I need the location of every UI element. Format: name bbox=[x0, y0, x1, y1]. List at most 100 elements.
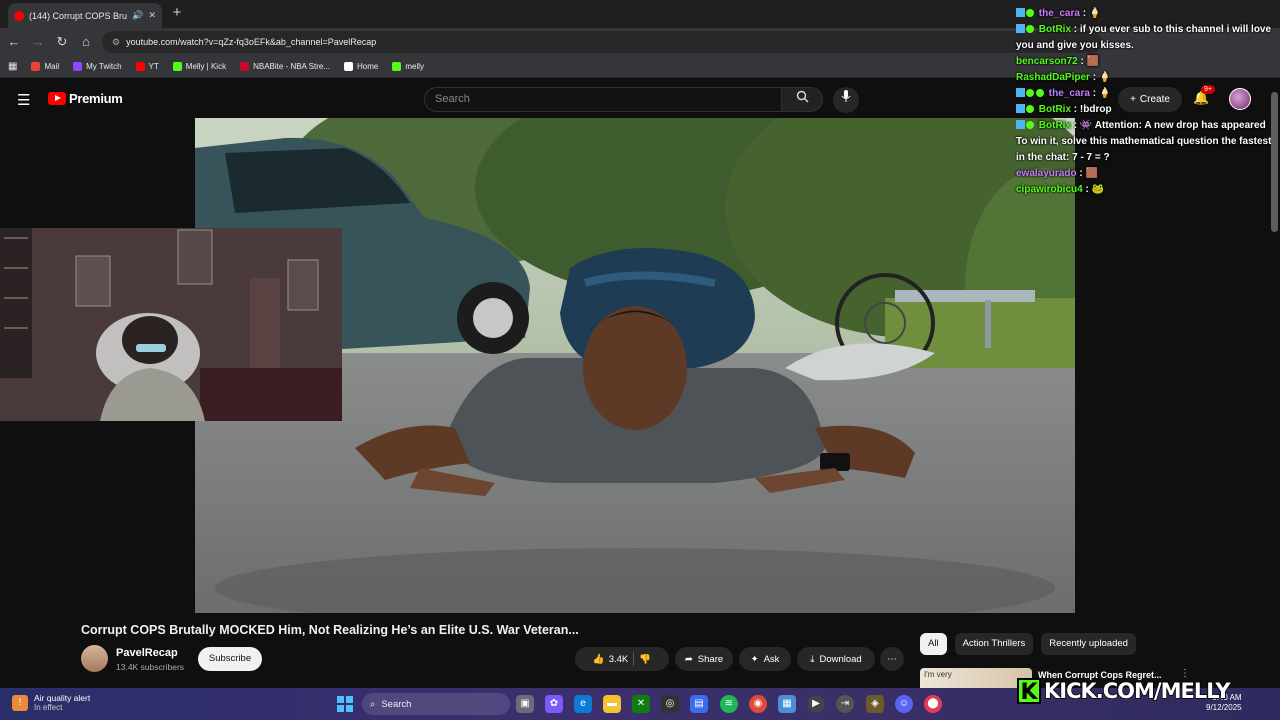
chat-username: BotRix bbox=[1038, 104, 1072, 115]
site-info-icon[interactable]: ⚙ bbox=[112, 37, 120, 48]
bookmark-label: Mail bbox=[44, 62, 60, 71]
chat-message: the_cara : 🍦 bbox=[1016, 86, 1278, 102]
bookmark-yt[interactable]: YT bbox=[135, 62, 159, 71]
app-icon[interactable]: ◈ bbox=[866, 695, 884, 713]
bookmark-label: My Twitch bbox=[86, 62, 122, 71]
logo-text: Premium bbox=[69, 91, 123, 106]
more-icon: ⋯ bbox=[887, 653, 897, 665]
filter-chip-all[interactable]: All bbox=[920, 633, 947, 655]
chat-username: RashadDaPiper bbox=[1016, 72, 1090, 83]
chat-badge-icon bbox=[1026, 89, 1034, 97]
channel-avatar[interactable] bbox=[81, 645, 108, 672]
chat-badge-icon bbox=[1016, 120, 1025, 129]
weather-subtitle: In effect bbox=[34, 703, 63, 712]
download-button[interactable]: ⤓ Download bbox=[797, 647, 875, 671]
filter-chip-action-thrillers[interactable]: Action Thrillers bbox=[954, 633, 1034, 655]
ask-button[interactable]: ✦ Ask bbox=[739, 647, 791, 671]
youtube-favicon-icon bbox=[14, 10, 24, 21]
task-view-icon[interactable]: ▣ bbox=[516, 695, 534, 713]
bookmark-home[interactable]: Home bbox=[344, 62, 378, 71]
like-count: 3.4K bbox=[608, 653, 629, 665]
ask-label: Ask bbox=[763, 653, 780, 665]
back-button[interactable]: ← bbox=[6, 34, 22, 50]
search-input[interactable]: Search bbox=[424, 87, 782, 112]
chat-username: the_cara bbox=[1048, 88, 1090, 99]
menu-icon[interactable]: ☰ bbox=[17, 91, 30, 109]
recommendation-filters: All Action Thrillers Recently uploaded bbox=[920, 633, 1136, 655]
chat-message: bencarson72 : 🟫 bbox=[1016, 56, 1100, 67]
emote-icon: 👾 bbox=[1079, 120, 1093, 131]
chat-username: BotRix bbox=[1038, 120, 1072, 131]
dislike-button[interactable]: 👎 bbox=[639, 654, 651, 665]
microphone-icon bbox=[841, 90, 851, 102]
emote-icon: 🟫 bbox=[1086, 56, 1100, 67]
chat-message: RashadDaPiper : 🍦 bbox=[1016, 72, 1112, 83]
app-icon[interactable]: ⬤ bbox=[924, 695, 942, 713]
bookmark-melly[interactable]: melly bbox=[392, 62, 424, 71]
share-button[interactable]: ➦ Share bbox=[675, 647, 733, 671]
xbox-icon[interactable]: ✕ bbox=[632, 695, 650, 713]
app-icon[interactable]: ⇥ bbox=[836, 695, 854, 713]
bookmark-icon bbox=[392, 62, 402, 71]
chat-message: the_cara : 🍦 bbox=[1016, 6, 1278, 22]
bookmark-melly-kick[interactable]: Melly | Kick bbox=[172, 62, 226, 71]
channel-name[interactable]: PavelRecap bbox=[116, 647, 178, 659]
weather-title: Air quality alert bbox=[34, 693, 91, 703]
store-icon[interactable]: ▤ bbox=[690, 695, 708, 713]
chat-message: ewalayurado : 🟫 bbox=[1016, 168, 1098, 179]
copilot-icon[interactable]: ✿ bbox=[545, 695, 563, 713]
chrome-icon[interactable]: ◉ bbox=[749, 695, 767, 713]
spotify-icon[interactable]: ≋ bbox=[720, 695, 738, 713]
browser-tab[interactable]: (144) Corrupt COPS Brutally... 🔊 ✕ bbox=[8, 3, 162, 28]
app-icon[interactable]: ◎ bbox=[661, 695, 679, 713]
bookmark-label: NBABite - NBA Stre... bbox=[253, 62, 331, 71]
chat-message: cipawirobicu4 : 🐸 bbox=[1016, 184, 1105, 195]
bookmark-mail[interactable]: Mail bbox=[31, 62, 59, 71]
weather-widget[interactable]: ! Air quality alert In effect bbox=[12, 693, 90, 713]
emote-icon: 🍦 bbox=[1098, 88, 1112, 99]
chat-badge-icon bbox=[1026, 9, 1034, 17]
edge-icon[interactable]: e bbox=[574, 695, 592, 713]
bookmark-icon bbox=[31, 62, 41, 71]
download-icon: ⤓ bbox=[810, 653, 815, 665]
emote-icon: 🟫 bbox=[1085, 168, 1098, 179]
windows-start-icon[interactable] bbox=[337, 696, 353, 712]
file-explorer-icon[interactable]: ▬ bbox=[603, 695, 621, 713]
chat-badge-icon bbox=[1026, 105, 1034, 113]
bookmark-nbabite[interactable]: NBABite - NBA Stre... bbox=[240, 62, 330, 71]
thumbs-down-icon: 👎 bbox=[639, 653, 652, 665]
emote-icon: 🐸 bbox=[1091, 184, 1105, 195]
chat-badge-icon bbox=[1016, 104, 1025, 113]
close-tab-icon[interactable]: ✕ bbox=[148, 10, 156, 21]
youtube-premium-logo[interactable]: Premium bbox=[48, 91, 123, 106]
url-text: youtube.com/watch?v=qZz-fq3oEFk&ab_chann… bbox=[126, 37, 377, 47]
taskbar-search[interactable]: ⌕ Search bbox=[362, 693, 510, 715]
share-icon: ➦ bbox=[684, 653, 693, 665]
bookmark-icon bbox=[240, 62, 250, 71]
bookmark-my-twitch[interactable]: My Twitch bbox=[73, 62, 122, 71]
address-bar[interactable]: ⚙ youtube.com/watch?v=qZz-fq3oEFk&ab_cha… bbox=[102, 31, 1102, 53]
discord-icon[interactable]: ☺ bbox=[895, 695, 913, 713]
more-actions-button[interactable]: ⋯ bbox=[880, 647, 904, 671]
reload-button[interactable]: ↻ bbox=[54, 34, 70, 50]
page-scrollbar[interactable] bbox=[1271, 92, 1278, 232]
sparkle-icon: ✦ bbox=[750, 653, 759, 665]
subscribe-button[interactable]: Subscribe bbox=[198, 647, 262, 671]
chat-message: BotRix : if you ever sub to this channel… bbox=[1016, 24, 1272, 51]
apps-grid-icon[interactable]: ▦ bbox=[8, 61, 17, 72]
photos-icon[interactable]: ▦ bbox=[778, 695, 796, 713]
speaker-icon[interactable]: 🔊 bbox=[132, 10, 143, 21]
media-player-icon[interactable]: ▶ bbox=[807, 695, 825, 713]
forward-button[interactable]: → bbox=[30, 34, 46, 50]
search-button[interactable] bbox=[781, 87, 823, 112]
recommended-video-thumbnail[interactable]: I'm very bbox=[920, 668, 1032, 688]
chat-username: the_cara bbox=[1038, 8, 1080, 19]
filter-chip-recently-uploaded[interactable]: Recently uploaded bbox=[1041, 633, 1136, 655]
tab-title: (144) Corrupt COPS Brutally... bbox=[29, 10, 128, 21]
voice-search-button[interactable] bbox=[833, 87, 859, 113]
new-tab-button[interactable]: + bbox=[168, 4, 186, 22]
like-button[interactable]: 👍 3.4K bbox=[593, 654, 628, 665]
home-icon[interactable]: ⌂ bbox=[78, 34, 94, 50]
search-icon bbox=[796, 90, 808, 103]
youtube-play-icon bbox=[48, 92, 66, 105]
